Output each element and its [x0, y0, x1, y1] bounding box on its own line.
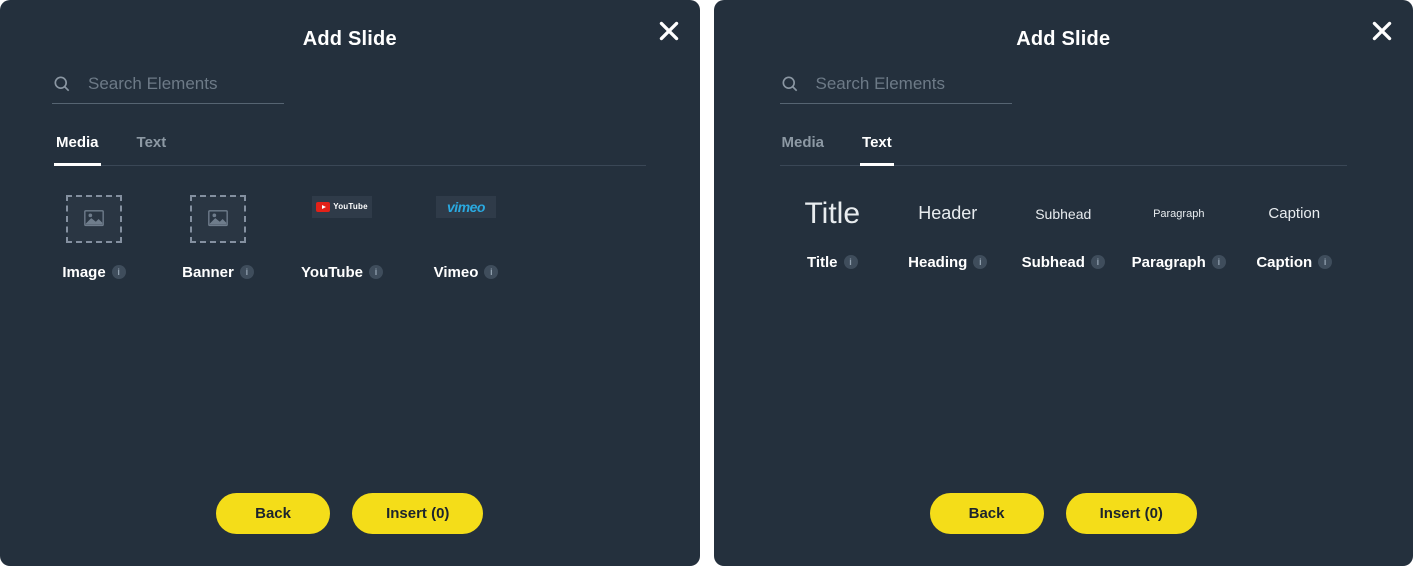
search-field[interactable] [52, 69, 284, 104]
info-icon[interactable]: i [369, 265, 383, 279]
dialog-title: Add Slide [714, 0, 1413, 51]
sample-header-text: Header [918, 203, 977, 224]
info-icon[interactable]: i [844, 255, 858, 269]
sample-subhead-text: Subhead [1035, 206, 1091, 222]
tile-caption[interactable]: Caption Caption i [1242, 192, 1348, 271]
info-icon[interactable]: i [1318, 255, 1332, 269]
info-icon[interactable]: i [484, 265, 498, 279]
sample-paragraph-text: Paragraph [1153, 208, 1204, 220]
tile-title[interactable]: Title Title i [780, 192, 886, 271]
tile-paragraph-label: Paragraph [1132, 254, 1206, 271]
tile-vimeo-label: Vimeo [434, 264, 479, 281]
info-icon[interactable]: i [1091, 255, 1105, 269]
dialog-title: Add Slide [0, 0, 700, 51]
close-icon [1369, 31, 1395, 48]
tab-media[interactable]: Media [54, 134, 101, 166]
tile-vimeo[interactable]: vimeo Vimeo i [426, 196, 506, 281]
tab-text[interactable]: Text [860, 134, 894, 166]
tile-subhead[interactable]: Subhead Subhead i [1011, 192, 1117, 271]
search-input[interactable] [814, 73, 1039, 95]
info-icon[interactable]: i [240, 265, 254, 279]
media-tiles-area: Image i Banner i [0, 166, 700, 281]
info-icon[interactable]: i [1212, 255, 1226, 269]
tile-heading-label: Heading [908, 254, 967, 271]
tile-paragraph[interactable]: Paragraph Paragraph i [1126, 192, 1232, 271]
insert-button[interactable]: Insert (0) [1066, 493, 1197, 534]
search-icon [780, 74, 800, 94]
tile-youtube-label: YouTube [301, 264, 363, 281]
tile-banner-label: Banner [182, 264, 234, 281]
search-icon [52, 74, 72, 94]
banner-placeholder-icon [191, 196, 245, 242]
back-button[interactable]: Back [930, 493, 1044, 534]
insert-button[interactable]: Insert (0) [352, 493, 483, 534]
tab-media[interactable]: Media [780, 134, 827, 166]
sample-caption-text: Caption [1268, 205, 1320, 222]
back-button[interactable]: Back [216, 493, 330, 534]
tile-caption-label: Caption [1256, 254, 1312, 271]
tab-bar: Media Text [54, 134, 646, 166]
tile-heading[interactable]: Header Heading i [895, 192, 1001, 271]
close-icon [656, 31, 682, 48]
tile-youtube[interactable]: YouTube YouTube i [302, 196, 382, 281]
close-button[interactable] [656, 18, 682, 44]
dialog-footer-buttons: Back Insert (0) [714, 493, 1413, 534]
search-field[interactable] [780, 69, 1012, 104]
add-slide-dialog-text: Add Slide Media Text Title Title i [714, 0, 1413, 566]
vimeo-logo-icon: vimeo [436, 196, 496, 218]
sample-title-text: Title [804, 197, 860, 231]
youtube-logo-icon: YouTube [312, 196, 372, 218]
tile-image[interactable]: Image i [54, 196, 134, 281]
tile-subhead-label: Subhead [1022, 254, 1085, 271]
add-slide-dialog-media: Add Slide Media Text Image [0, 0, 700, 566]
tab-bar: Media Text [780, 134, 1348, 166]
info-icon[interactable]: i [112, 265, 126, 279]
info-icon[interactable]: i [973, 255, 987, 269]
tab-text[interactable]: Text [135, 134, 169, 166]
tile-banner[interactable]: Banner i [178, 196, 258, 281]
tile-title-label: Title [807, 254, 838, 271]
dialog-footer-buttons: Back Insert (0) [0, 493, 700, 534]
tile-image-label: Image [62, 264, 105, 281]
image-placeholder-icon [67, 196, 121, 242]
close-button[interactable] [1369, 18, 1395, 44]
text-tiles-area: Title Title i Header Heading i Subhead [714, 166, 1413, 271]
search-input[interactable] [86, 73, 311, 95]
